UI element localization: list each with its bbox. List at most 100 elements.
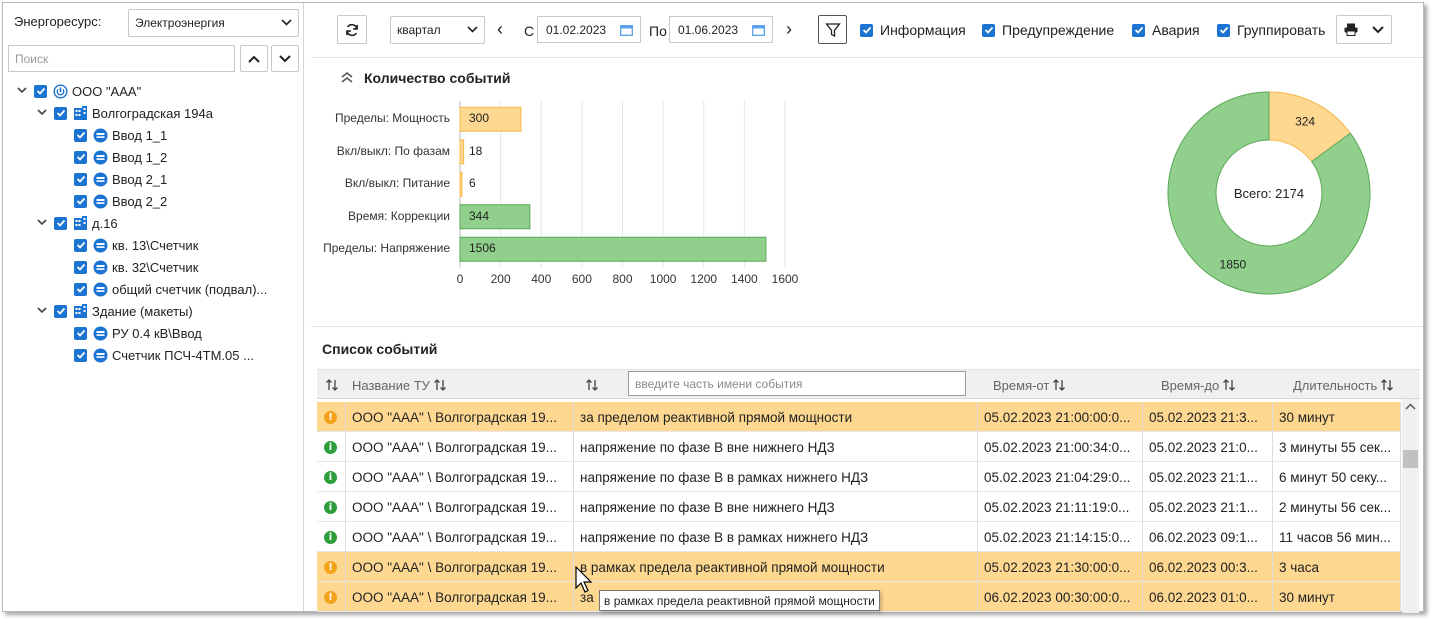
time-to-column-label: Время-до	[1161, 377, 1220, 393]
sort-icon	[1053, 379, 1066, 391]
bar[interactable]	[459, 236, 767, 262]
donut-slice-label: 324	[1295, 115, 1315, 129]
event-cell: напряжение по фазе B в рамках нижнего НД…	[574, 522, 978, 552]
x-tick-label: 800	[612, 271, 633, 286]
mouse-cursor-icon	[575, 566, 593, 593]
donut-slice-label: 1850	[1220, 257, 1247, 271]
event-cell: напряжение по фазе B вне нижнего НДЗ	[574, 492, 978, 522]
events-donut-chart: 324 1850 Всего: 2174	[1167, 91, 1371, 295]
event-cell: в рамках предела реактивной прямой мощно…	[574, 552, 978, 582]
bar-category-label: Время: Коррекции	[348, 208, 450, 223]
from-cell: 05.02.2023 21:11:19:0...	[978, 492, 1143, 522]
x-tick-label: 1000	[649, 271, 677, 286]
bar-value-label: 6	[469, 176, 476, 191]
status-cell: i	[317, 462, 346, 492]
name-cell: ООО "ААА" \ Волгоградская 19...	[346, 432, 574, 462]
from-cell: 05.02.2023 21:00:34:0...	[978, 432, 1143, 462]
x-tick-label: 400	[531, 271, 552, 286]
to-cell: 06.02.2023 00:3...	[1143, 552, 1273, 582]
bar-value-label: 300	[469, 111, 490, 126]
x-tick-label: 1600	[771, 271, 799, 286]
name-cell: ООО "ААА" \ Волгоградская 19...	[346, 552, 574, 582]
from-cell: 05.02.2023 21:30:00:0...	[978, 552, 1143, 582]
from-cell: 05.02.2023 21:14:15:0...	[978, 522, 1143, 552]
bar-value-label: 18	[469, 143, 483, 158]
sort-icon	[433, 379, 446, 391]
name-cell: ООО "ААА" \ Волгоградская 19...	[346, 582, 574, 612]
duration-cell: 6 минут 50 секу...	[1273, 462, 1401, 492]
sort-icon	[586, 379, 598, 391]
x-tick-label: 600	[571, 271, 592, 286]
to-cell: 05.02.2023 21:1...	[1143, 492, 1273, 522]
x-tick-label: 1200	[690, 271, 718, 286]
bar-value-label: 344	[469, 208, 490, 223]
info-icon: i	[324, 440, 337, 454]
name-cell: ООО "ААА" \ Волгоградская 19...	[346, 402, 574, 432]
time-from-column-header[interactable]: Время-от	[993, 370, 1066, 400]
event-cell: напряжение по фазе B вне нижнего НДЗ	[574, 432, 978, 462]
info-icon: i	[324, 470, 337, 484]
info-icon: i	[324, 530, 337, 544]
status-cell: i	[317, 432, 346, 462]
status-cell: !	[317, 402, 346, 432]
bar-category-label: Пределы: Напряжение	[323, 241, 450, 256]
x-tick-label: 0	[456, 271, 464, 286]
duration-cell: 30 минут	[1273, 402, 1401, 432]
to-cell: 05.02.2023 21:3...	[1143, 402, 1273, 432]
duration-cell: 2 минуты 56 сек...	[1273, 492, 1401, 522]
table-row[interactable]: ! ООО "ААА" \ Волгоградская 19... в рамках…	[317, 552, 1401, 582]
status-cell: i	[317, 492, 346, 522]
from-cell: 05.02.2023 21:04:29:0...	[978, 462, 1143, 492]
bar-value-label: 1506	[469, 241, 496, 256]
x-tick-label: 1400	[731, 271, 758, 286]
warning-icon: !	[324, 560, 337, 574]
divider	[311, 326, 1423, 327]
to-cell: 05.02.2023 21:0...	[1143, 432, 1273, 462]
event-cell: напряжение по фазе B в рамках нижнего НД…	[574, 462, 978, 492]
sort-icon	[1223, 379, 1236, 391]
name-cell: ООО "ААА" \ Волгоградская 19...	[346, 492, 574, 522]
status-sort-button[interactable]	[325, 370, 339, 400]
bar[interactable]	[459, 171, 463, 197]
to-cell: 06.02.2023 01:0...	[1143, 582, 1273, 612]
time-from-column-label: Время-от	[993, 377, 1050, 393]
bar[interactable]	[459, 139, 465, 165]
app-window: Энергоресурс: Электроэнергия ООО "ААА"Во…	[2, 2, 1424, 613]
duration-cell: 11 часов 56 мин...	[1273, 522, 1401, 552]
duration-column-label: Длительность	[1293, 377, 1378, 393]
from-cell: 06.02.2023 00:30:00:0...	[978, 582, 1143, 612]
duration-cell: 3 часа	[1273, 552, 1401, 582]
duration-cell: 30 минут	[1273, 582, 1401, 612]
duration-column-header[interactable]: Длительность	[1293, 370, 1394, 400]
status-cell: !	[317, 582, 346, 612]
status-cell: !	[317, 552, 346, 582]
from-cell: 05.02.2023 21:00:00:0...	[978, 402, 1143, 432]
table-scrollbar[interactable]	[1402, 399, 1419, 613]
event-sort-button[interactable]	[585, 370, 599, 400]
warning-icon: !	[324, 410, 337, 424]
name-column-header[interactable]: Название ТУ	[352, 370, 447, 400]
event-tooltip: в рамках предела реактивной прямой мощно…	[599, 590, 880, 611]
name-column-label: Название ТУ	[352, 377, 430, 393]
bar-category-label: Вкл/выкл: По фазам	[336, 143, 450, 158]
to-cell: 05.02.2023 21:1...	[1143, 462, 1273, 492]
bar-category-label: Вкл/выкл: Питание	[344, 176, 450, 191]
events-list-title: Список событий	[322, 341, 438, 357]
table-row[interactable]: i ООО "ААА" \ Волгоградская 19... напряжен…	[317, 432, 1401, 462]
name-cell: ООО "ААА" \ Волгоградская 19...	[346, 522, 574, 552]
bar-category-label: Пределы: Мощность	[334, 111, 450, 126]
time-to-column-header[interactable]: Время-до	[1161, 370, 1236, 400]
table-row[interactable]: i ООО "ААА" \ Волгоградская 19... напряжен…	[317, 462, 1401, 492]
info-icon: i	[324, 500, 337, 514]
scrollbar-thumb[interactable]	[1403, 450, 1418, 468]
donut-total-label: Всего: 2174	[1234, 186, 1304, 201]
event-filter-input[interactable]	[628, 371, 966, 396]
event-cell: за пределом реактивной прямой мощности	[574, 402, 978, 432]
table-row[interactable]: i ООО "ААА" \ Волгоградская 19... напряжен…	[317, 492, 1401, 522]
table-row[interactable]: i ООО "ААА" \ Волгоградская 19... напряжен…	[317, 522, 1401, 552]
warning-icon: !	[324, 590, 337, 604]
to-cell: 06.02.2023 09:1...	[1143, 522, 1273, 552]
table-row[interactable]: ! ООО "ААА" \ Волгоградская 19... за преде…	[317, 402, 1401, 432]
sort-icon	[1381, 379, 1394, 391]
sort-icon	[326, 379, 338, 391]
